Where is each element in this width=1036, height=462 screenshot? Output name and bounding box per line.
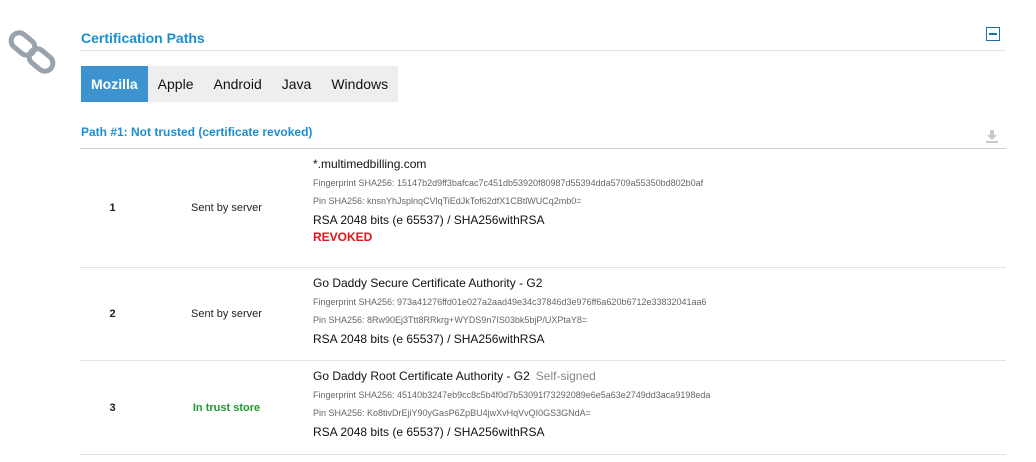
cert-source: Sent by server	[191, 308, 262, 320]
cert-subject: *.multimedbilling.com	[313, 157, 427, 171]
cert-source-trust-store: In trust store	[192, 401, 261, 414]
cert-revoked-status: REVOKED	[313, 230, 373, 244]
cert-key-info: RSA 2048 bits (e 65537) / SHA256withRSA	[313, 425, 545, 439]
tab-windows[interactable]: Windows	[321, 66, 398, 102]
tab-android[interactable]: Android	[203, 66, 271, 102]
download-icon[interactable]	[985, 129, 999, 143]
path-header: Path #1: Not trusted (certificate revoke…	[81, 125, 313, 139]
cert-details: Go Daddy Secure Certificate Authority - …	[313, 268, 1006, 360]
client-tabs: Mozilla Apple Android Java Windows	[81, 66, 399, 102]
cert-fingerprint: Fingerprint SHA256: 45140b3247eb9cc8c5b4…	[313, 390, 711, 400]
cert-details: Go Daddy Root Certificate Authority - G2…	[313, 361, 1006, 454]
cert-fingerprint: Fingerprint SHA256: 15147b2d9ff3bafcac7c…	[313, 178, 704, 188]
cert-row: 1 Sent by server *.multimedbilling.com F…	[80, 149, 1006, 268]
cert-fingerprint: Fingerprint SHA256: 973a41276ffd01e027a2…	[313, 297, 707, 307]
cert-row: 3 In trust store Go Daddy Root Certifica…	[80, 361, 1006, 455]
cert-number: 1	[109, 202, 116, 214]
chain-link-icon	[8, 30, 56, 74]
cert-pin: Pin SHA256: 8Rw90Ej3Ttt8RRkrg+WYDS9n7IS0…	[313, 315, 588, 325]
tab-apple[interactable]: Apple	[148, 66, 204, 102]
cert-key-info: RSA 2048 bits (e 65537) / SHA256withRSA	[313, 332, 545, 346]
cert-number: 3	[109, 401, 116, 414]
cert-details: *.multimedbilling.com Fingerprint SHA256…	[313, 149, 1006, 267]
cert-number: 2	[109, 308, 116, 320]
cert-row: 2 Sent by server Go Daddy Secure Certifi…	[80, 268, 1006, 361]
cert-subject-line: Go Daddy Root Certificate Authority - G2…	[313, 367, 1006, 385]
tab-java[interactable]: Java	[272, 66, 322, 102]
cert-subject: Go Daddy Secure Certificate Authority - …	[313, 276, 543, 290]
section-divider	[80, 50, 1006, 51]
section-title: Certification Paths	[81, 30, 205, 46]
collapse-minus-icon[interactable]	[986, 27, 1000, 41]
cert-key-info: RSA 2048 bits (e 65537) / SHA256withRSA	[313, 213, 545, 227]
cert-pin: Pin SHA256: knsnYhJsplnqCVlqTiEdJkTof62d…	[313, 196, 582, 206]
cert-pin: Pin SHA256: Ko8tivDrEjiY90yGasP6ZpBU4jwX…	[313, 408, 591, 418]
cert-source: Sent by server	[191, 202, 262, 214]
cert-subject: Go Daddy Root Certificate Authority - G2	[313, 369, 530, 383]
cert-path-table: 1 Sent by server *.multimedbilling.com F…	[80, 149, 1006, 455]
tab-mozilla[interactable]: Mozilla	[81, 66, 148, 102]
self-signed-label: Self-signed	[535, 369, 596, 383]
